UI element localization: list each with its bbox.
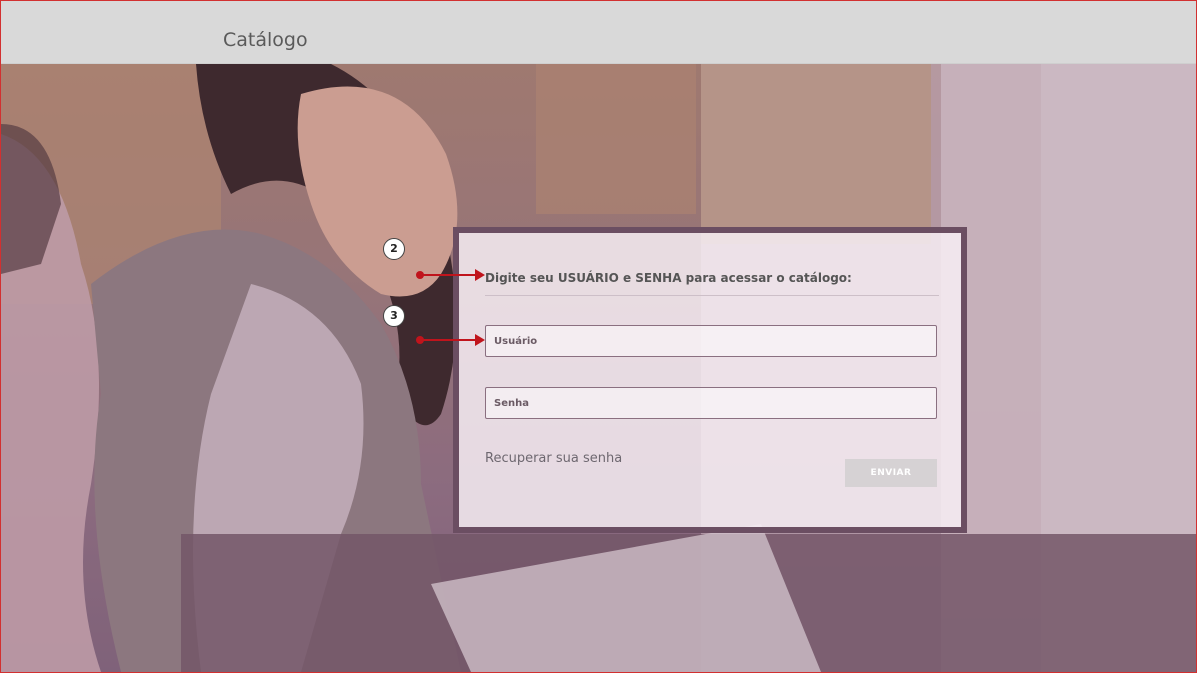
step-badge-password: 3	[383, 305, 405, 327]
heading-divider	[485, 295, 939, 296]
password-input[interactable]	[486, 388, 936, 418]
page-title: Catálogo	[223, 29, 308, 51]
username-field-wrapper	[485, 325, 937, 357]
arrow-to-username-icon	[416, 269, 485, 281]
password-field-wrapper	[485, 387, 937, 419]
username-input[interactable]	[486, 326, 936, 356]
arrow-to-password-icon	[416, 334, 485, 346]
screenshot-frame: Catálogo Digite seu USUÁRIO e SENHA para…	[0, 0, 1197, 673]
login-instructions: Digite seu USUÁRIO e SENHA para acessar …	[485, 271, 852, 285]
submit-button[interactable]: ENVIAR	[845, 459, 937, 487]
top-header-bar: Catálogo	[1, 1, 1196, 64]
recover-password-link[interactable]: Recuperar sua senha	[485, 451, 622, 466]
step-badge-username: 2	[383, 238, 405, 260]
login-form-panel: Digite seu USUÁRIO e SENHA para acessar …	[453, 227, 967, 533]
